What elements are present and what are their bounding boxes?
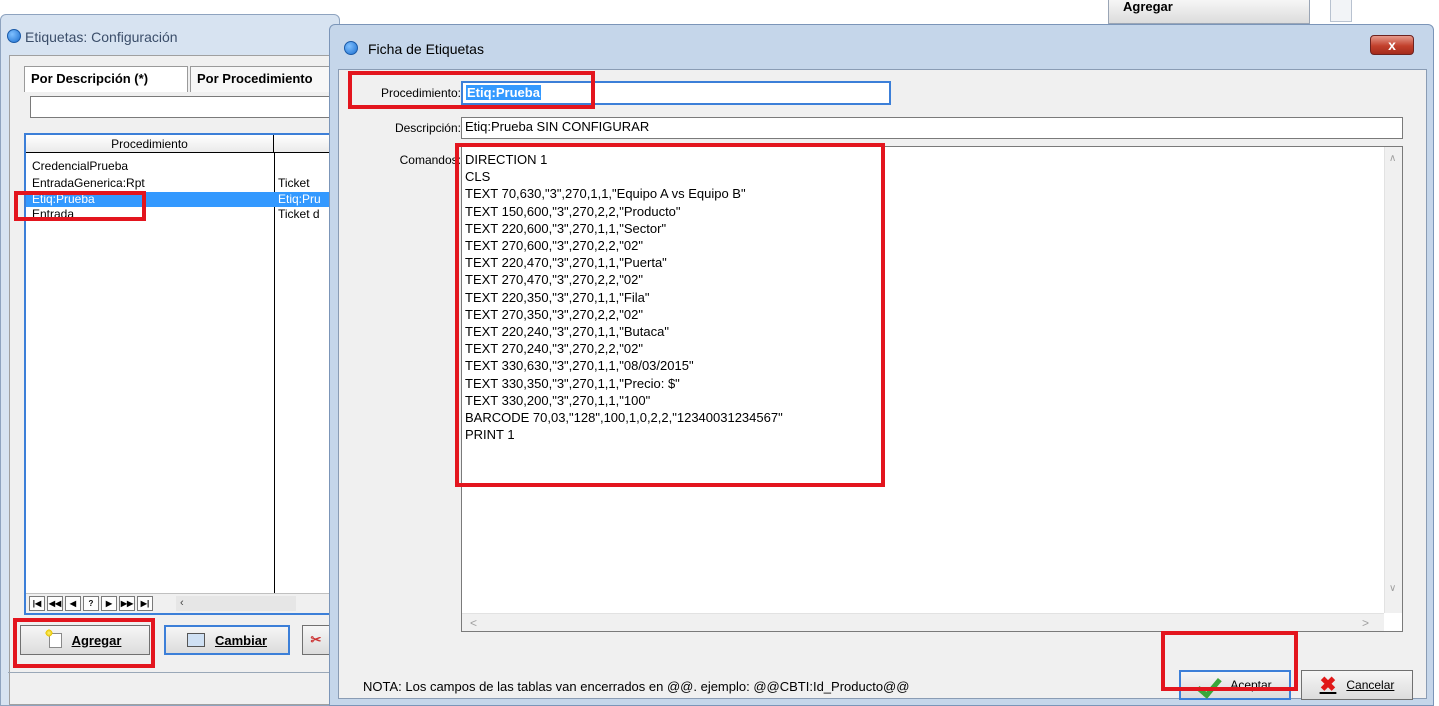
change-button-label: Cambiar [214,632,268,648]
comando-line: TEXT 220,600,"3",270,1,1,"Sector" [465,220,667,236]
comando-line: DIRECTION 1 [465,152,548,167]
dialog-body: Procedimiento: Etiq:Prueba Descripción: … [338,69,1427,700]
table-row[interactable]: EntradaGenerica:Rpt Ticket [26,176,342,191]
comando-line: TEXT 270,600,"3",270,2,2,"02" [465,238,643,254]
descripcion-input[interactable]: Etiq:Prueba SIN CONFIGURAR [461,117,1403,139]
scroll-left-icon[interactable]: < [470,616,477,630]
dialog-title: Ficha de Etiquetas [368,41,484,57]
close-icon: x [1388,37,1396,53]
accept-button-label: Aceptar [1230,678,1272,692]
descripcion-label: Descripción: [394,121,461,135]
comando-line: TEXT 220,470,"3",270,1,1,"Puerta" [465,255,667,271]
table-row[interactable]: CredencialPrueba [26,159,342,174]
cell-procedimiento: Entrada [32,207,75,221]
comando-line: TEXT 330,350,"3",270,1,1,"Precio: $" [465,375,680,391]
cell-descripcion: Ticket [278,176,310,190]
accept-button[interactable]: Aceptar [1179,670,1291,700]
nav-search-button[interactable]: ? [83,596,99,611]
column-header-procedimiento[interactable]: Procedimiento [26,135,274,153]
procedimiento-label: Procedimiento: [380,86,461,100]
app-icon [7,29,21,43]
cancel-x-icon: ✖ [1319,674,1337,696]
nota-text: NOTA: Los campos de las tablas van encer… [363,679,910,694]
procedures-grid: Procedimiento CredencialPrueba EntradaGe… [24,133,342,615]
horizontal-scrollbar[interactable]: < > [462,613,1384,631]
cell-descripcion: Etiq:Pru [278,192,321,206]
change-button[interactable]: Cambiar [164,625,290,655]
new-document-icon [44,628,62,648]
cancel-button-label: Cancelar [1346,678,1395,692]
comando-line: TEXT 330,630,"3",270,1,1,"08/03/2015" [465,358,694,374]
table-row-selected[interactable]: Etiq:Prueba Etiq:Pru [26,192,342,207]
scroll-up-icon[interactable]: ∧ [1389,153,1396,164]
status-divider [8,672,338,673]
procedimiento-input[interactable]: Etiq:Prueba [461,81,891,105]
horizontal-scrollbar[interactable]: ‹ [176,596,296,611]
background-window-icon [1330,0,1352,22]
cell-procedimiento: CredencialPrueba [32,159,129,173]
comando-line: TEXT 270,240,"3",270,2,2,"02" [465,341,643,357]
comando-line: CLS [465,169,491,185]
vertical-scrollbar[interactable]: ∧ ∨ [1384,147,1402,613]
comando-line: TEXT 70,630,"3",270,1,1,"Equipo A vs Equ… [465,186,746,202]
procedimiento-value: Etiq:Prueba [466,85,541,100]
comandos-textarea[interactable]: DIRECTION 1 CLS TEXT 70,630,"3",270,1,1,"E… [461,146,1403,632]
comando-line: TEXT 270,470,"3",270,2,2,"02" [465,272,643,288]
comando-line: TEXT 150,600,"3",270,2,2,"Producto" [465,203,681,219]
checkmark-icon [1198,675,1220,695]
tab-por-procedimiento[interactable]: Por Procedimiento [190,66,340,92]
scroll-down-icon[interactable]: ∨ [1389,583,1396,594]
nav-prev-page-button[interactable]: ◀◀ [47,596,63,611]
nav-first-button[interactable]: |◀ [29,596,45,611]
comando-line: TEXT 220,240,"3",270,1,1,"Butaca" [465,324,669,340]
cancel-button[interactable]: ✖ Cancelar [1301,670,1413,700]
record-navigator: |◀ ◀◀ ◀ ? ▶ ▶▶ ▶| ‹ [26,593,342,613]
left-window-title: Etiquetas: Configuración [25,29,178,45]
comandos-label: Comandos: [399,153,461,167]
add-button-label: Agregar [71,632,122,648]
comando-line: PRINT 1 [465,427,515,443]
dialog-app-icon [344,41,358,55]
nav-next-page-button[interactable]: ▶▶ [119,596,135,611]
add-button[interactable]: Agregar [20,625,150,655]
close-button[interactable]: x [1370,35,1414,55]
comando-line: BARCODE 70,03,"128",100,1,0,2,2,"1234003… [465,410,783,426]
comando-line: TEXT 220,350,"3",270,1,1,"Fila" [465,289,650,305]
tab-por-descripcion[interactable]: Por Descripción (*) [24,66,188,92]
cell-descripcion: Ticket d [278,207,320,221]
cell-procedimiento: EntradaGenerica:Rpt [32,176,145,190]
filter-input[interactable] [30,96,340,118]
cell-procedimiento: Etiq:Prueba [32,192,95,206]
comando-line: TEXT 270,350,"3",270,2,2,"02" [465,306,643,322]
comandos-lines: DIRECTION 1 CLS TEXT 70,630,"3",270,1,1,"E… [465,151,783,443]
nav-prev-button[interactable]: ◀ [65,596,81,611]
nav-last-button[interactable]: ▶| [137,596,153,611]
background-add-button[interactable]: Agregar [1108,0,1310,24]
edit-window-icon [186,633,205,647]
nav-next-button[interactable]: ▶ [101,596,117,611]
scroll-right-icon[interactable]: > [1362,616,1369,630]
ficha-etiquetas-dialog: Ficha de Etiquetas x Procedimiento: Etiq… [329,24,1434,706]
comando-line: TEXT 330,200,"3",270,1,1,"100" [465,392,651,408]
delete-button[interactable]: ✂ [302,625,330,655]
grid-header: Procedimiento [26,135,342,153]
table-row[interactable]: Entrada Ticket d [26,207,342,222]
scissors-icon: ✂ [310,632,322,647]
